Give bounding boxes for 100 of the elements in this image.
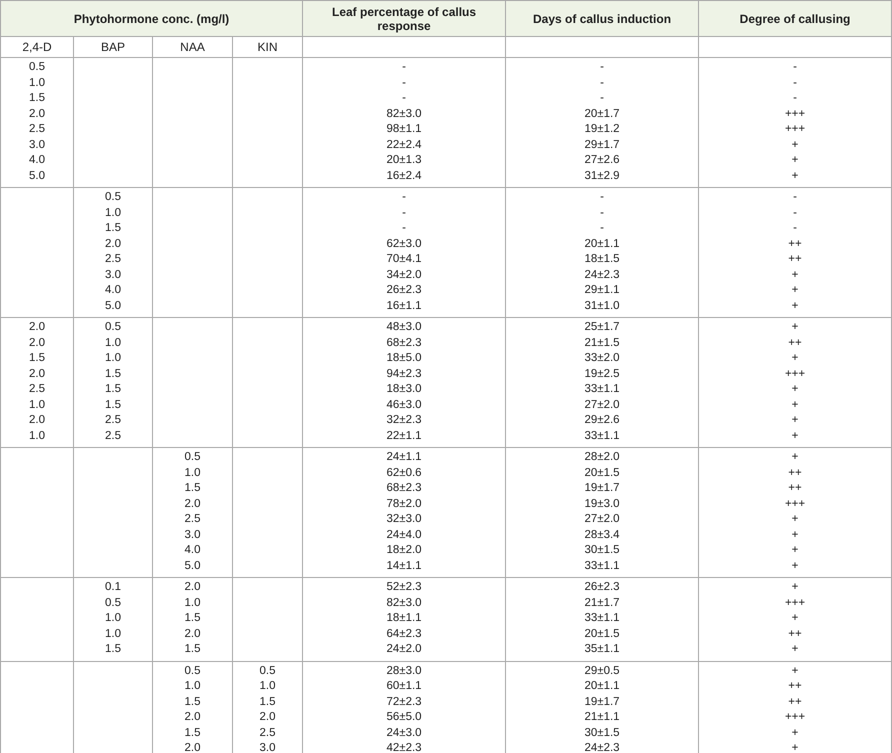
table-cell: ++	[788, 680, 802, 692]
table-cell: 27±2.6	[584, 154, 620, 166]
table-cell: 2.5	[29, 123, 45, 135]
table-cell: ++	[788, 466, 802, 478]
table-cell: 52±2.3	[386, 581, 422, 593]
table-cell: +++	[784, 711, 806, 723]
table-cell: 29±1.1	[584, 284, 620, 296]
table-cell: 70±4.1	[386, 253, 422, 265]
table-cell: 68±2.3	[386, 336, 422, 348]
table-cell: 2.5	[260, 726, 276, 738]
table-cell: +	[792, 664, 798, 676]
table-cell: 78±2.0	[386, 498, 422, 510]
table-cell: -	[402, 92, 406, 104]
table-cell: 0.5	[105, 321, 121, 333]
table-cell: 62±3.0	[386, 238, 422, 250]
table-cell: 18±5.0	[386, 352, 422, 364]
table-cell: 20±1.1	[584, 238, 620, 250]
table-cell: 24±2.3	[584, 742, 620, 753]
table-cell: ++	[788, 696, 802, 708]
table-cell: +++	[784, 108, 806, 120]
table-cell: 4.0	[184, 544, 200, 556]
table-cell: 2.0	[260, 711, 276, 723]
table-cell: 42±2.3	[386, 742, 422, 753]
table-cell: 14±1.1	[386, 560, 422, 572]
column-subheader: 2,4-D	[22, 40, 52, 54]
table-cell: 26±2.3	[584, 581, 620, 593]
table-cell: 60±1.1	[386, 680, 422, 692]
table-cell: 20±1.5	[584, 628, 620, 640]
table-cell: 19±1.7	[584, 696, 620, 708]
table-cell: +	[792, 300, 798, 312]
table-cell: -	[793, 206, 797, 218]
table-cell: 68±2.3	[386, 482, 422, 494]
table-cell: 22±2.4	[386, 138, 422, 150]
table-cell: 3.0	[29, 138, 45, 150]
table-cell: 2.5	[105, 253, 121, 265]
table-cell: 20±1.5	[584, 466, 620, 478]
table-cell: +	[792, 612, 798, 624]
table-cell: -	[402, 76, 406, 88]
table-cell: 34±2.0	[386, 268, 422, 280]
table-cell: 24±1.1	[386, 451, 422, 463]
table-cell: 19±1.2	[584, 123, 620, 135]
table-cell: +	[792, 170, 798, 182]
table-cell: 24±4.0	[386, 528, 422, 540]
table-cell: 2.0	[184, 581, 200, 593]
table-cell: -	[600, 222, 604, 234]
table-cell: +	[792, 414, 798, 426]
table-cell: 33±1.1	[584, 612, 620, 624]
table-cell: 1.0	[105, 612, 121, 624]
table-cell: ++	[788, 238, 802, 250]
table-cell: +	[792, 352, 798, 364]
table-cell: +	[792, 513, 798, 525]
table-cell: +++	[784, 498, 806, 510]
table-cell: 0.5	[184, 451, 200, 463]
table-cell: -	[793, 191, 797, 203]
column-subheader: BAP	[100, 40, 125, 54]
table-cell: 1.0	[105, 206, 121, 218]
table-cell: +	[792, 560, 798, 572]
table-cell: +	[792, 284, 798, 296]
table-cell: +	[792, 154, 798, 166]
table-cell: 1.0	[260, 680, 276, 692]
table-cell: 1.5	[29, 92, 45, 104]
column-header: Leaf percentage of callus response	[332, 4, 476, 32]
table-cell: 5.0	[105, 300, 121, 312]
table-cell: 18±2.0	[386, 544, 422, 556]
table-cell: -	[402, 191, 406, 203]
table-cell: 2.5	[184, 513, 200, 525]
table-cell: 1.0	[29, 430, 45, 442]
table-cell: 1.0	[184, 596, 200, 608]
table-cell: 30±1.5	[584, 726, 620, 738]
table-cell: 0.5	[29, 61, 45, 73]
table-cell: 18±1.5	[584, 253, 620, 265]
table-cell: 4.0	[29, 154, 45, 166]
table-cell: 28±3.4	[584, 528, 620, 540]
table-cell: 18±1.1	[386, 612, 422, 624]
table-cell: +	[792, 726, 798, 738]
table-cell: 19±1.7	[584, 482, 620, 494]
table-cell: 1.5	[105, 643, 121, 655]
table-cell: 1.0	[29, 398, 45, 410]
table-cell: 31±2.9	[584, 170, 620, 182]
table-cell: 21±1.1	[584, 711, 620, 723]
table-cell: 29±0.5	[584, 664, 620, 676]
table-cell: 1.5	[105, 368, 121, 380]
table-cell: 24±3.0	[386, 726, 422, 738]
table-cell: +	[792, 581, 798, 593]
table-cell: +	[792, 138, 798, 150]
table-cell: -	[793, 76, 797, 88]
table-cell: 19±3.0	[584, 498, 620, 510]
table-cell: 0.5	[184, 664, 200, 676]
table-cell: 32±2.3	[386, 414, 422, 426]
table-cell: 21±1.5	[584, 336, 620, 348]
table-cell: 2.5	[105, 430, 121, 442]
table-cell: 33±1.1	[584, 560, 620, 572]
table-cell: -	[600, 191, 604, 203]
table-cell: 98±1.1	[386, 123, 422, 135]
table-cell: 28±3.0	[386, 664, 422, 676]
table-cell: -	[600, 61, 604, 73]
column-header: Days of callus induction	[533, 12, 672, 26]
table-cell: 27±2.0	[584, 513, 620, 525]
table-cell: 82±3.0	[386, 108, 422, 120]
table-cell: 18±3.0	[386, 383, 422, 395]
